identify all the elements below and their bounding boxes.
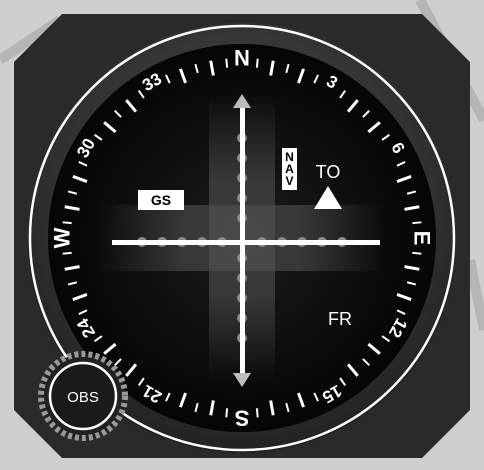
vor-gauge-svg: NESW36121521243033 GS NAV TO FR OBS (0, 0, 484, 458)
cardinal-north: N (234, 46, 250, 71)
cardinal-east: E (410, 231, 435, 246)
to-indicator: TO (316, 162, 341, 182)
compass-tick (412, 221, 422, 225)
compass-tick (255, 58, 259, 68)
obs-knob-label: OBS (67, 389, 99, 406)
gs-flag: GS (151, 192, 171, 208)
course-deviation-needle (240, 102, 245, 374)
glideslope-needle (112, 240, 380, 245)
vor-indicator: N E S W 3 6 12 15 21 24 30 33 GS NAV TO FR OBS (0, 0, 484, 470)
nav-flag-letter: V (285, 174, 293, 188)
compass-tick (255, 408, 259, 418)
cardinal-west: W (50, 227, 75, 248)
compass-tick (412, 251, 422, 255)
fr-indicator: FR (328, 309, 352, 329)
compass-tick (225, 58, 229, 68)
compass-tick (62, 221, 72, 225)
obs-knob[interactable]: OBS (38, 351, 128, 441)
cardinal-south: S (235, 406, 250, 431)
compass-tick (225, 408, 229, 418)
nav-flag: NAV (285, 150, 294, 188)
compass-tick (62, 251, 72, 255)
